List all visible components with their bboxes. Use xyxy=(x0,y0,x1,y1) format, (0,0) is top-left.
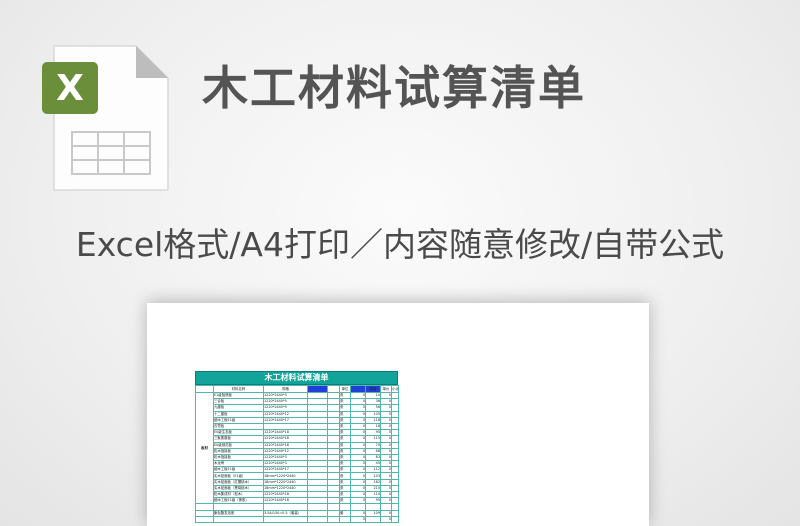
header-cell: 材料名称 xyxy=(213,385,264,393)
sheet-title: 木工材料试算清单 xyxy=(195,371,398,385)
count-cell: 0 xyxy=(350,515,366,523)
spreadsheet-preview: 木工材料试算清单 材料名称 规格 单位 数量 单价 小计 板材 E1级阻燃板 1… xyxy=(147,303,649,526)
qty-cell xyxy=(365,515,381,523)
unit-cell xyxy=(339,515,351,523)
excel-file-icon: X xyxy=(42,45,169,191)
blank-cell xyxy=(307,515,328,523)
name-cell xyxy=(213,515,264,523)
material-table: 材料名称 规格 单位 数量 单价 小计 板材 E1级阻燃板 1220*2440*3 张… xyxy=(195,385,399,523)
blank-cell xyxy=(195,515,214,523)
total-cell: 0 xyxy=(380,515,392,523)
header-cell: 单位 xyxy=(339,385,351,393)
header-cell: 小计 xyxy=(391,385,399,393)
spec-cell xyxy=(263,515,308,523)
svg-text:X: X xyxy=(56,68,84,109)
header-cell xyxy=(350,385,366,393)
blank-cell xyxy=(391,515,399,523)
category-cell: 板材 xyxy=(195,391,214,505)
header-cell: 规格 xyxy=(263,385,308,393)
header-row: 材料名称 规格 单位 数量 单价 小计 xyxy=(195,385,399,393)
blank-cell xyxy=(327,515,340,523)
header-cell xyxy=(307,385,328,393)
spec-cell: 3.5A/150=0.5（套装） xyxy=(263,509,308,517)
sheet: 木工材料试算清单 材料名称 规格 单位 数量 单价 小计 板材 E1级阻燃板 1… xyxy=(195,371,399,523)
table-row: 00 xyxy=(195,515,399,523)
header-cell xyxy=(327,385,340,393)
page-title: 木工材料试算清单 xyxy=(202,61,586,115)
page-subtitle: Excel格式/A4打印／内容随意修改/自带公式 xyxy=(75,225,725,264)
header-cell: 单价 xyxy=(380,385,392,393)
header-cell: 数量 xyxy=(365,385,381,393)
header-cell xyxy=(195,385,214,393)
